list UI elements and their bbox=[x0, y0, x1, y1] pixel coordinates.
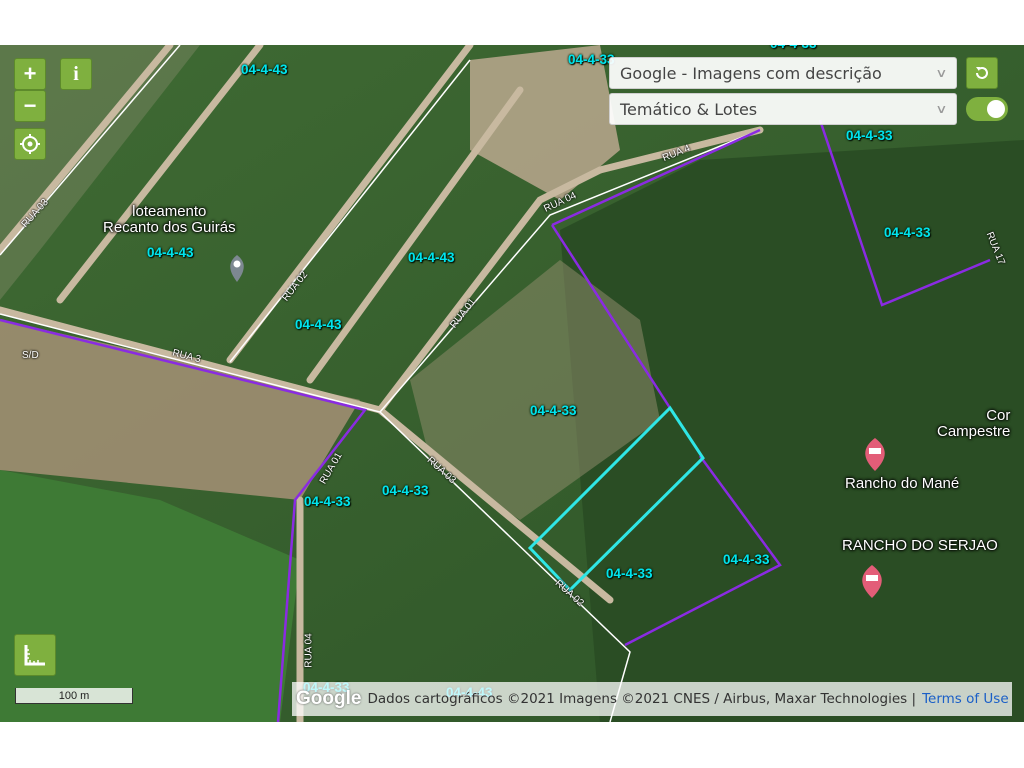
chevron-down-icon: ∨ bbox=[935, 102, 948, 116]
lot-label: 04-4-43 bbox=[295, 317, 342, 332]
lot-label: 04-4-33 bbox=[382, 483, 429, 498]
lot-label: 04-4-33 bbox=[884, 225, 931, 240]
scale-bar-label: 100 m bbox=[58, 689, 90, 702]
google-logo: Google bbox=[296, 688, 362, 709]
lot-label: 04-4-33 bbox=[606, 566, 653, 581]
lot-label: 04-4-43 bbox=[408, 250, 455, 265]
place-label-campestre: Cor Campestre bbox=[937, 407, 1011, 440]
theme-select-value: Temático & Lotes bbox=[620, 99, 758, 119]
lot-label: 04-4-43 bbox=[147, 245, 194, 260]
lot-label: 04-4-33 bbox=[530, 403, 577, 418]
scale-bar: 100 m bbox=[15, 688, 133, 704]
terms-of-use-link[interactable]: Terms of Use bbox=[922, 691, 1009, 707]
toggle-knob bbox=[987, 100, 1005, 118]
lot-label: 04-4-33 bbox=[723, 552, 770, 567]
refresh-button[interactable] bbox=[966, 57, 998, 89]
locate-button[interactable] bbox=[14, 128, 46, 160]
attribution-text: Dados cartográficos ©2021 Imagens ©2021 … bbox=[367, 691, 917, 707]
theme-select[interactable]: Temático & Lotes ∨ bbox=[609, 93, 957, 125]
place-label-rancho-mane: Rancho do Mané bbox=[845, 475, 960, 492]
basemap-select[interactable]: Google - Imagens com descrição ∨ bbox=[609, 57, 957, 89]
zoom-in-button[interactable]: + bbox=[14, 58, 46, 90]
zoom-out-button[interactable]: − bbox=[14, 90, 46, 122]
lot-label: 04-4-33 bbox=[846, 128, 893, 143]
lot-label: 04-4-33 bbox=[304, 494, 351, 509]
measure-button[interactable] bbox=[14, 634, 56, 676]
theme-select-row: Temático & Lotes ∨ bbox=[609, 93, 1008, 125]
layer-select-row: Google - Imagens com descrição ∨ bbox=[609, 57, 998, 89]
map-attribution: Google Dados cartográficos ©2021 Imagens… bbox=[292, 682, 1012, 716]
info-button[interactable]: i bbox=[60, 58, 92, 90]
chevron-down-icon: ∨ bbox=[935, 66, 948, 80]
refresh-icon bbox=[976, 67, 988, 79]
street-label: S/D bbox=[22, 350, 39, 361]
map-imagery bbox=[0, 45, 1024, 722]
satellite-map[interactable]: 04-4-43 04-4-43 04-4-43 04-4-43 04-4-33 … bbox=[0, 45, 1024, 722]
place-label-loteamento: loteamento Recanto dos Guirás bbox=[103, 203, 236, 236]
street-label: RUA 04 bbox=[303, 633, 315, 668]
lot-label: 04-4-33 bbox=[770, 45, 817, 51]
lot-label: 04-4-33 bbox=[568, 52, 615, 67]
place-label-rancho-serjao: RANCHO DO SERJAO bbox=[842, 537, 998, 554]
ruler-icon bbox=[24, 645, 45, 666]
layer-toggle[interactable] bbox=[966, 97, 1008, 121]
lot-label: 04-4-43 bbox=[241, 62, 288, 77]
crosshair-icon bbox=[20, 134, 40, 154]
basemap-select-value: Google - Imagens com descrição bbox=[620, 63, 882, 83]
